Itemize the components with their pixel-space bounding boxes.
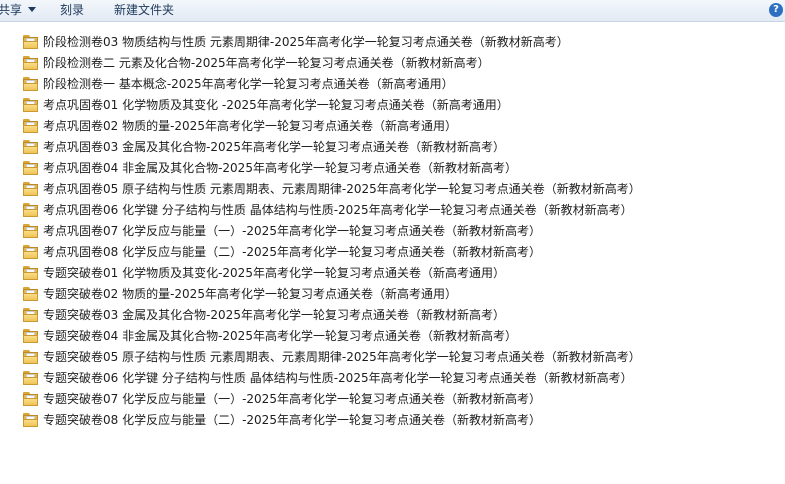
folder-name: 专题突破卷08 化学反应与能量（二）-2025年高考化学一轮复习考点通关卷（新教… xyxy=(43,412,541,427)
folder-name: 考点巩固卷07 化学反应与能量（一）-2025年高考化学一轮复习考点通关卷（新教… xyxy=(43,223,541,238)
folder-item[interactable]: 阶段检测卷03 物质结构与性质 元素周期律-2025年高考化学一轮复习考点通关卷… xyxy=(22,31,641,52)
folder-name: 阶段检测卷03 物质结构与性质 元素周期律-2025年高考化学一轮复习考点通关卷… xyxy=(43,34,569,49)
folder-item[interactable]: 专题突破卷08 化学反应与能量（二）-2025年高考化学一轮复习考点通关卷（新教… xyxy=(22,409,641,430)
folder-item[interactable]: 专题突破卷07 化学反应与能量（一）-2025年高考化学一轮复习考点通关卷（新教… xyxy=(22,388,641,409)
folder-name: 考点巩固卷05 原子结构与性质 元素周期表、元素周期律-2025年高考化学一轮复… xyxy=(43,181,641,196)
folder-icon xyxy=(23,55,39,70)
folder-icon xyxy=(23,223,39,238)
folder-icon xyxy=(23,118,39,133)
folder-name: 专题突破卷02 物质的量-2025年高考化学一轮复习考点通关卷（新高考通用） xyxy=(43,286,457,301)
folder-name: 专题突破卷06 化学键 分子结构与性质 晶体结构与性质-2025年高考化学一轮复… xyxy=(43,370,633,385)
folder-item[interactable]: 专题突破卷06 化学键 分子结构与性质 晶体结构与性质-2025年高考化学一轮复… xyxy=(22,367,641,388)
folder-item[interactable]: 考点巩固卷04 非金属及其化合物-2025年高考化学一轮复习考点通关卷（新教材新… xyxy=(22,157,641,178)
folder-item[interactable]: 专题突破卷03 金属及其化合物-2025年高考化学一轮复习考点通关卷（新教材新高… xyxy=(22,304,641,325)
help-icon[interactable]: ? xyxy=(769,3,783,17)
folder-icon xyxy=(23,349,39,364)
share-button[interactable]: 共享 xyxy=(0,2,37,18)
folder-item[interactable]: 阶段检测卷二 元素及化合物-2025年高考化学一轮复习考点通关卷（新教材新高考） xyxy=(22,52,641,73)
folder-icon xyxy=(23,307,39,322)
folder-item[interactable]: 专题突破卷05 原子结构与性质 元素周期表、元素周期律-2025年高考化学一轮复… xyxy=(22,346,641,367)
folder-icon xyxy=(23,160,39,175)
folder-name: 专题突破卷04 非金属及其化合物-2025年高考化学一轮复习考点通关卷（新教材新… xyxy=(43,328,517,343)
folder-icon xyxy=(23,412,39,427)
folder-name: 专题突破卷01 化学物质及其变化-2025年高考化学一轮复习考点通关卷（新高考通… xyxy=(43,265,505,280)
folder-name: 考点巩固卷02 物质的量-2025年高考化学一轮复习考点通关卷（新高考通用） xyxy=(43,118,457,133)
folder-item[interactable]: 专题突破卷01 化学物质及其变化-2025年高考化学一轮复习考点通关卷（新高考通… xyxy=(22,262,641,283)
file-list: 阶段检测卷03 物质结构与性质 元素周期律-2025年高考化学一轮复习考点通关卷… xyxy=(22,31,641,430)
folder-item[interactable]: 考点巩固卷05 原子结构与性质 元素周期表、元素周期律-2025年高考化学一轮复… xyxy=(22,178,641,199)
folder-icon xyxy=(23,202,39,217)
folder-item[interactable]: 考点巩固卷06 化学键 分子结构与性质 晶体结构与性质-2025年高考化学一轮复… xyxy=(22,199,641,220)
folder-name: 阶段检测卷二 元素及化合物-2025年高考化学一轮复习考点通关卷（新教材新高考） xyxy=(43,55,490,70)
folder-name: 阶段检测卷一 基本概念-2025年高考化学一轮复习考点通关卷（新高考通用） xyxy=(43,76,454,91)
command-bar: 共享 刻录 新建文件夹 ? xyxy=(0,0,785,22)
folder-item[interactable]: 考点巩固卷07 化学反应与能量（一）-2025年高考化学一轮复习考点通关卷（新教… xyxy=(22,220,641,241)
folder-icon xyxy=(23,76,39,91)
folder-name: 专题突破卷03 金属及其化合物-2025年高考化学一轮复习考点通关卷（新教材新高… xyxy=(43,307,505,322)
folder-name: 考点巩固卷06 化学键 分子结构与性质 晶体结构与性质-2025年高考化学一轮复… xyxy=(43,202,633,217)
folder-icon xyxy=(23,181,39,196)
folder-item[interactable]: 考点巩固卷01 化学物质及其变化 -2025年高考化学一轮复习考点通关卷（新高考… xyxy=(22,94,641,115)
folder-name: 专题突破卷07 化学反应与能量（一）-2025年高考化学一轮复习考点通关卷（新教… xyxy=(43,391,541,406)
folder-item[interactable]: 专题突破卷02 物质的量-2025年高考化学一轮复习考点通关卷（新高考通用） xyxy=(22,283,641,304)
folder-item[interactable]: 专题突破卷04 非金属及其化合物-2025年高考化学一轮复习考点通关卷（新教材新… xyxy=(22,325,641,346)
folder-item[interactable]: 阶段检测卷一 基本概念-2025年高考化学一轮复习考点通关卷（新高考通用） xyxy=(22,73,641,94)
folder-name: 考点巩固卷03 金属及其化合物-2025年高考化学一轮复习考点通关卷（新教材新高… xyxy=(43,139,505,154)
folder-icon xyxy=(23,391,39,406)
folder-name: 专题突破卷05 原子结构与性质 元素周期表、元素周期律-2025年高考化学一轮复… xyxy=(43,349,641,364)
folder-icon xyxy=(23,370,39,385)
folder-item[interactable]: 考点巩固卷08 化学反应与能量（二）-2025年高考化学一轮复习考点通关卷（新教… xyxy=(22,241,641,262)
folder-icon xyxy=(23,34,39,49)
folder-icon xyxy=(23,97,39,112)
folder-item[interactable]: 考点巩固卷03 金属及其化合物-2025年高考化学一轮复习考点通关卷（新教材新高… xyxy=(22,136,641,157)
new-folder-button[interactable]: 新建文件夹 xyxy=(114,2,174,18)
folder-name: 考点巩固卷01 化学物质及其变化 -2025年高考化学一轮复习考点通关卷（新高考… xyxy=(43,97,509,112)
chevron-down-icon xyxy=(28,7,37,12)
folder-icon xyxy=(23,286,39,301)
folder-icon xyxy=(23,139,39,154)
burn-button[interactable]: 刻录 xyxy=(60,2,84,18)
folder-item[interactable]: 考点巩固卷02 物质的量-2025年高考化学一轮复习考点通关卷（新高考通用） xyxy=(22,115,641,136)
folder-icon xyxy=(23,244,39,259)
folder-icon xyxy=(23,265,39,280)
share-label: 共享 xyxy=(0,3,23,17)
folder-name: 考点巩固卷08 化学反应与能量（二）-2025年高考化学一轮复习考点通关卷（新教… xyxy=(43,244,541,259)
folder-name: 考点巩固卷04 非金属及其化合物-2025年高考化学一轮复习考点通关卷（新教材新… xyxy=(43,160,517,175)
folder-icon xyxy=(23,328,39,343)
